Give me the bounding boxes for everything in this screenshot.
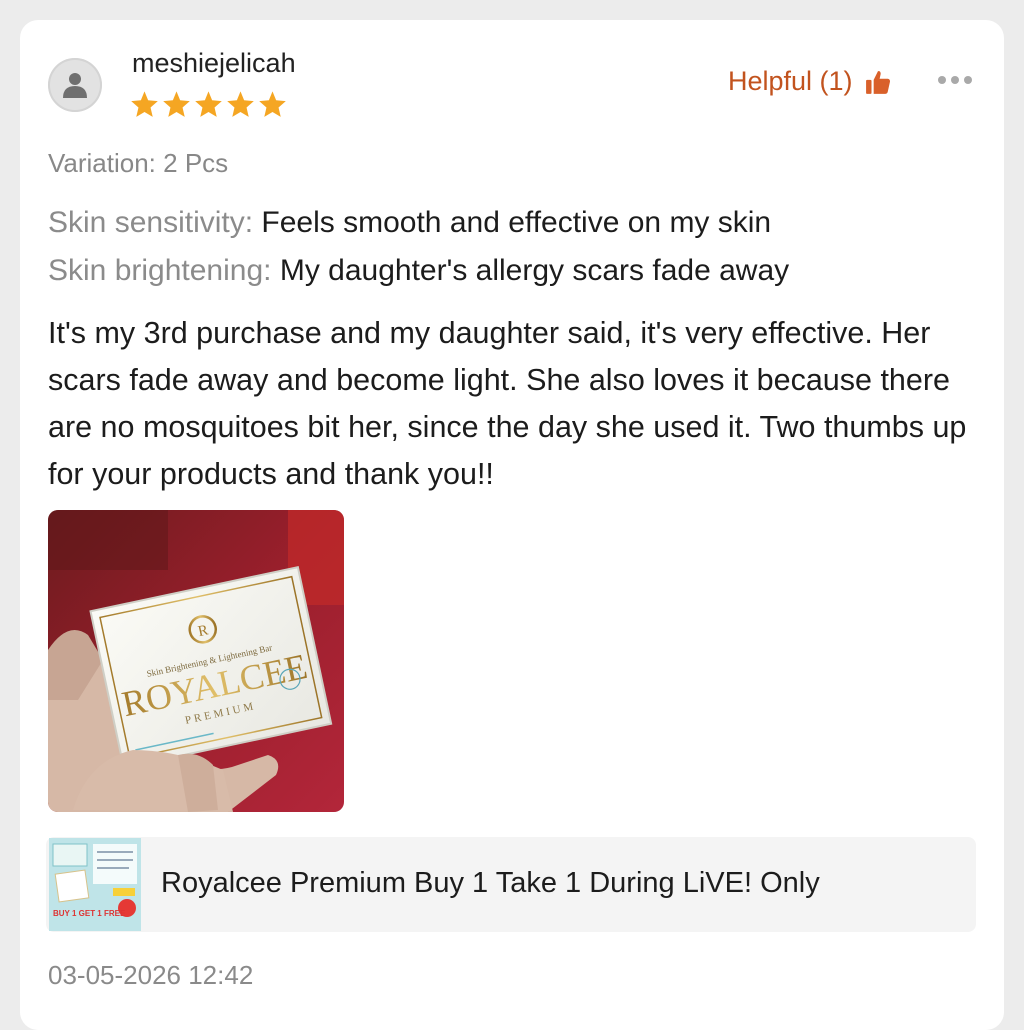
review-photo[interactable]: R Skin Brightening & Lightening Bar ROYA… [48,510,344,812]
product-link[interactable]: BUY 1 GET 1 FREE Royalcee Premium Buy 1 … [46,837,976,932]
reviewer-name[interactable]: meshiejelicah [132,48,296,79]
helpful-label: Helpful (1) [728,66,853,96]
star-icon [227,91,254,117]
variation-label: Variation: 2 Pcs [48,148,229,178]
review-card: meshiejelicah Helpful (1) Variation: 2 P… [20,20,1004,1030]
review-timestamp: 03-05-2026 12:42 [48,960,254,990]
review-text: It's my 3rd purchase and my daughter sai… [48,316,967,491]
star-rating [130,90,287,118]
more-horizontal-icon [938,76,946,84]
attribute-label: Skin sensitivity: [48,206,254,239]
star-icon [163,91,190,117]
star-icon [195,91,222,117]
attribute-value: My daughter's allergy scars fade away [279,254,790,287]
star-icon [131,91,158,117]
thumbnail-promo-text: BUY 1 GET 1 FREE [53,909,126,918]
avatar[interactable] [48,58,102,112]
attribute-label: Skin brightening: [48,254,272,287]
product-thumbnail: BUY 1 GET 1 FREE [49,838,141,931]
attribute-value: Feels smooth and effective on my skin [261,206,772,239]
more-options-button[interactable] [938,76,972,84]
product-title: Royalcee Premium Buy 1 Take 1 During LiV… [161,867,820,899]
product-photo-image: R Skin Brightening & Lightening Bar ROYA… [48,510,344,812]
thumbs-up-icon [865,70,890,94]
helpful-button[interactable]: Helpful (1) [728,66,891,97]
attribute-skin-brightening: Skin brightening: My daughter's allergy … [48,254,789,288]
attribute-skin-sensitivity: Skin sensitivity: Feels smooth and effec… [48,206,771,240]
star-icon [259,91,286,117]
user-icon [63,73,87,98]
